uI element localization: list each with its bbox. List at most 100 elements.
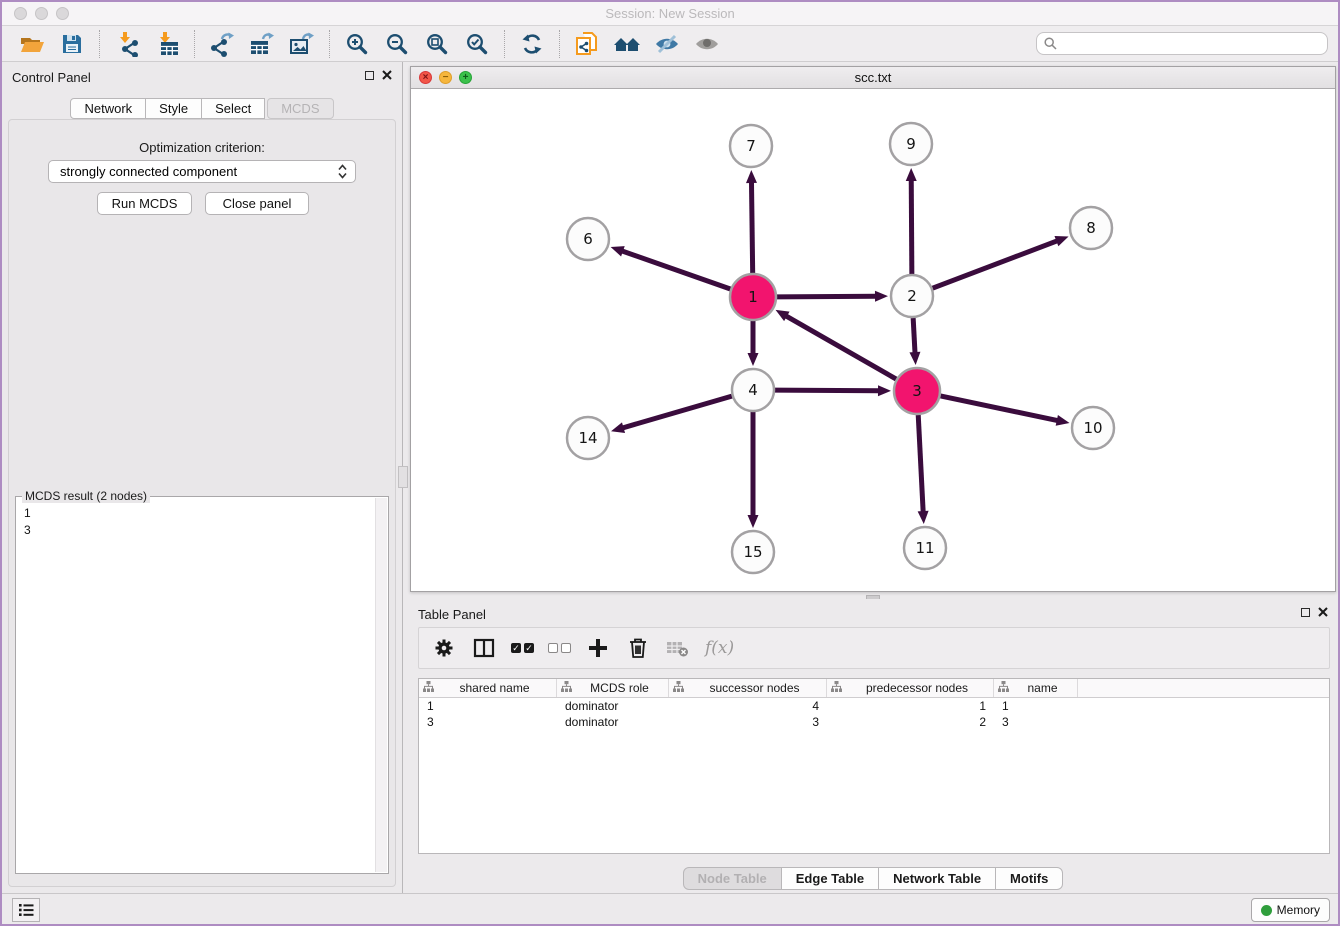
table-cell[interactable]: 1 [994, 698, 1078, 714]
graph-edge-4-14[interactable] [622, 396, 732, 428]
table-row[interactable]: 3dominator323 [419, 714, 1329, 730]
zoom-in-button[interactable] [337, 29, 377, 59]
table-cell[interactable]: 1 [827, 698, 994, 714]
table-cell[interactable]: 3 [669, 714, 827, 730]
hide-selected-icon [654, 32, 680, 56]
control-panel: Control Panel NetworkStyleSelectMCDS Opt… [2, 62, 402, 893]
close-window-button[interactable] [14, 7, 27, 20]
column-type-icon [673, 681, 684, 695]
network-window-titlebar[interactable]: × − + scc.txt [411, 67, 1335, 89]
graph-edge-1-6[interactable] [621, 251, 730, 289]
table-cell[interactable]: 4 [669, 698, 827, 714]
table-cell[interactable]: 3 [419, 714, 557, 730]
tab-select[interactable]: Select [201, 98, 265, 119]
graph-edge-2-9[interactable] [911, 179, 912, 274]
export-network-button[interactable] [202, 29, 242, 59]
refresh-layout-icon [520, 32, 544, 56]
table-cell[interactable]: dominator [557, 714, 669, 730]
search-input[interactable] [1062, 37, 1320, 51]
graph-edge-3-11[interactable] [918, 415, 923, 513]
export-image-button[interactable] [282, 29, 322, 59]
column-header-shared-name[interactable]: shared name [419, 679, 557, 697]
zoom-out-button[interactable] [377, 29, 417, 59]
zoom-fit-button[interactable] [417, 29, 457, 59]
column-header-name[interactable]: name [994, 679, 1078, 697]
graph-edge-2-8[interactable] [933, 240, 1059, 288]
column-header-predecessor-nodes[interactable]: predecessor nodes [827, 679, 994, 697]
zoom-selected-button[interactable] [457, 29, 497, 59]
clone-network-button[interactable] [567, 29, 607, 59]
result-scrollbar[interactable] [375, 498, 387, 872]
column-view-icon [473, 638, 495, 658]
column-view-button[interactable] [471, 635, 497, 661]
network-area: × − + scc.txt 7968124314101511 Table Pan… [408, 62, 1338, 893]
deselect-all-button[interactable] [548, 643, 571, 653]
search-box[interactable] [1036, 32, 1328, 55]
tab-motifs[interactable]: Motifs [995, 867, 1063, 890]
tab-edge-table[interactable]: Edge Table [781, 867, 879, 890]
zoom-window-button[interactable] [56, 7, 69, 20]
table-cell[interactable]: dominator [557, 698, 669, 714]
close-panel-icon[interactable] [382, 70, 392, 80]
task-history-button[interactable] [12, 898, 40, 922]
graph-node-label: 10 [1083, 419, 1102, 437]
export-table-button[interactable] [242, 29, 282, 59]
table-row[interactable]: 1dominator411 [419, 698, 1329, 714]
table-cell[interactable]: 3 [994, 714, 1078, 730]
zoom-selected-icon [465, 32, 489, 56]
show-all-button[interactable] [687, 29, 727, 59]
table-cell[interactable]: 2 [827, 714, 994, 730]
graph-node-label: 9 [906, 135, 916, 153]
graph-edge-2-3[interactable] [913, 318, 915, 354]
graph-arrowhead [748, 353, 759, 366]
open-session-button[interactable] [12, 29, 52, 59]
close-panel-button[interactable]: Close panel [205, 192, 309, 215]
graph-edge-1-7[interactable] [751, 181, 752, 273]
control-panel-title: Control Panel [12, 70, 91, 85]
graph-edge-4-3[interactable] [775, 390, 880, 391]
run-mcds-button[interactable]: Run MCDS [97, 192, 192, 215]
delete-table-button[interactable] [665, 635, 691, 661]
column-header-successor-nodes[interactable]: successor nodes [669, 679, 827, 697]
network-window-title: scc.txt [411, 67, 1335, 89]
column-header-MCDS-role[interactable]: MCDS role [557, 679, 669, 697]
search-icon [1044, 37, 1057, 50]
hide-selected-button[interactable] [647, 29, 687, 59]
float-panel-icon[interactable] [365, 71, 374, 80]
home-button[interactable] [607, 29, 647, 59]
network-maximize-button[interactable]: + [459, 71, 472, 84]
network-canvas[interactable]: 7968124314101511 [411, 89, 1335, 591]
graph-edge-1-2[interactable] [777, 296, 877, 297]
network-close-button[interactable]: × [419, 71, 432, 84]
memory-button[interactable]: Memory [1251, 898, 1330, 922]
select-all-button[interactable]: ✓ ✓ [511, 643, 534, 653]
graph-arrowhead [918, 511, 929, 524]
gear-button[interactable] [431, 635, 457, 661]
graph-edge-3-10[interactable] [940, 396, 1058, 421]
graph-node-label: 3 [912, 382, 922, 400]
graph-edge-3-1[interactable] [785, 315, 896, 379]
tab-style[interactable]: Style [145, 98, 202, 119]
tab-network[interactable]: Network [70, 98, 146, 119]
table-cell[interactable]: 1 [419, 698, 557, 714]
network-minimize-button[interactable]: − [439, 71, 452, 84]
table-panel-header: Table Panel [408, 599, 1338, 629]
add-row-button[interactable] [585, 635, 611, 661]
save-session-button[interactable] [52, 29, 92, 59]
close-panel-icon[interactable] [1318, 607, 1328, 617]
import-table-button[interactable] [147, 29, 187, 59]
import-network-button[interactable] [107, 29, 147, 59]
tab-mcds[interactable]: MCDS [267, 98, 333, 119]
splitter-handle[interactable] [398, 466, 408, 488]
tab-node-table[interactable]: Node Table [683, 867, 782, 890]
function-builder-button[interactable]: f(x) [705, 638, 734, 658]
criterion-select[interactable]: strongly connected component [48, 160, 356, 183]
refresh-layout-button[interactable] [512, 29, 552, 59]
add-row-icon [587, 637, 609, 659]
status-bar: Memory [2, 893, 1338, 924]
chevron-up-down-icon [338, 164, 347, 179]
delete-row-button[interactable] [625, 635, 651, 661]
float-panel-icon[interactable] [1301, 608, 1310, 617]
tab-network-table[interactable]: Network Table [878, 867, 996, 890]
minimize-window-button[interactable] [35, 7, 48, 20]
